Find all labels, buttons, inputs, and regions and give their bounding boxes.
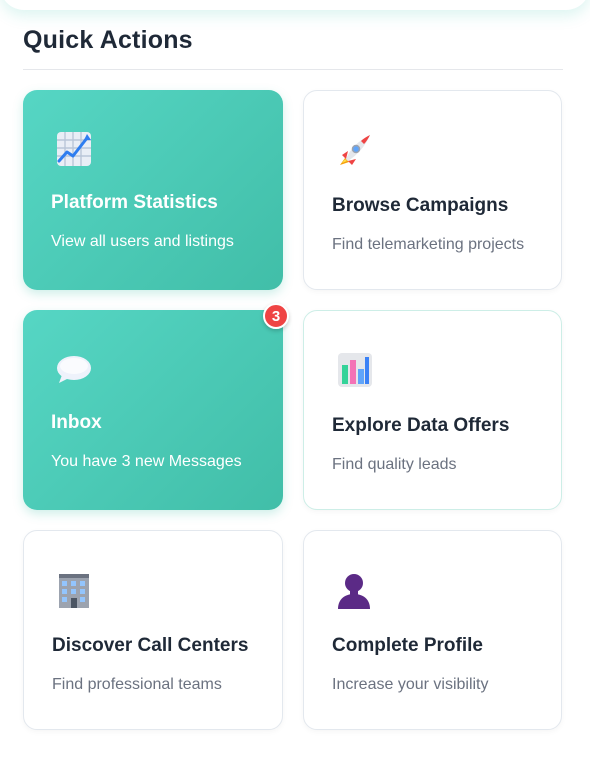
card-description: Find quality leads bbox=[332, 456, 457, 473]
card-title: Platform Statistics bbox=[51, 192, 218, 213]
card-description: You have 3 new Messages bbox=[51, 453, 242, 470]
speech-balloon-icon bbox=[51, 348, 95, 392]
bar-chart-icon bbox=[332, 349, 376, 393]
platform-statistics-card[interactable]: Platform Statistics View all users and l… bbox=[23, 90, 283, 290]
card-description: View all users and listings bbox=[51, 233, 234, 250]
quick-actions-grid: Platform Statistics View all users and l… bbox=[23, 90, 562, 730]
card-description: Increase your visibility bbox=[332, 676, 489, 693]
browse-campaigns-card[interactable]: Browse Campaigns Find telemarketing proj… bbox=[303, 90, 562, 290]
discover-call-centers-card[interactable]: Discover Call Centers Find professional … bbox=[23, 530, 283, 730]
unread-count-badge: 3 bbox=[263, 303, 289, 329]
complete-profile-card[interactable]: Complete Profile Increase your visibilit… bbox=[303, 530, 562, 730]
person-silhouette-icon bbox=[332, 569, 376, 613]
inbox-card[interactable]: 3 Inbox You have 3 new Messages bbox=[23, 303, 289, 510]
rocket-icon bbox=[332, 129, 376, 173]
card-title: Complete Profile bbox=[332, 635, 483, 656]
card-description: Find telemarketing projects bbox=[332, 236, 525, 253]
section-divider bbox=[23, 69, 563, 70]
explore-data-offers-card[interactable]: Explore Data Offers Find quality leads bbox=[303, 310, 562, 510]
header-shadow bbox=[0, 0, 590, 10]
chart-increasing-icon bbox=[51, 128, 95, 172]
card-title: Discover Call Centers bbox=[52, 635, 249, 656]
card-title: Inbox bbox=[51, 412, 102, 433]
card-description: Find professional teams bbox=[52, 676, 222, 693]
office-building-icon bbox=[52, 569, 96, 613]
section-title: Quick Actions bbox=[23, 26, 193, 54]
card-title: Browse Campaigns bbox=[332, 195, 509, 216]
card-title: Explore Data Offers bbox=[332, 415, 510, 436]
